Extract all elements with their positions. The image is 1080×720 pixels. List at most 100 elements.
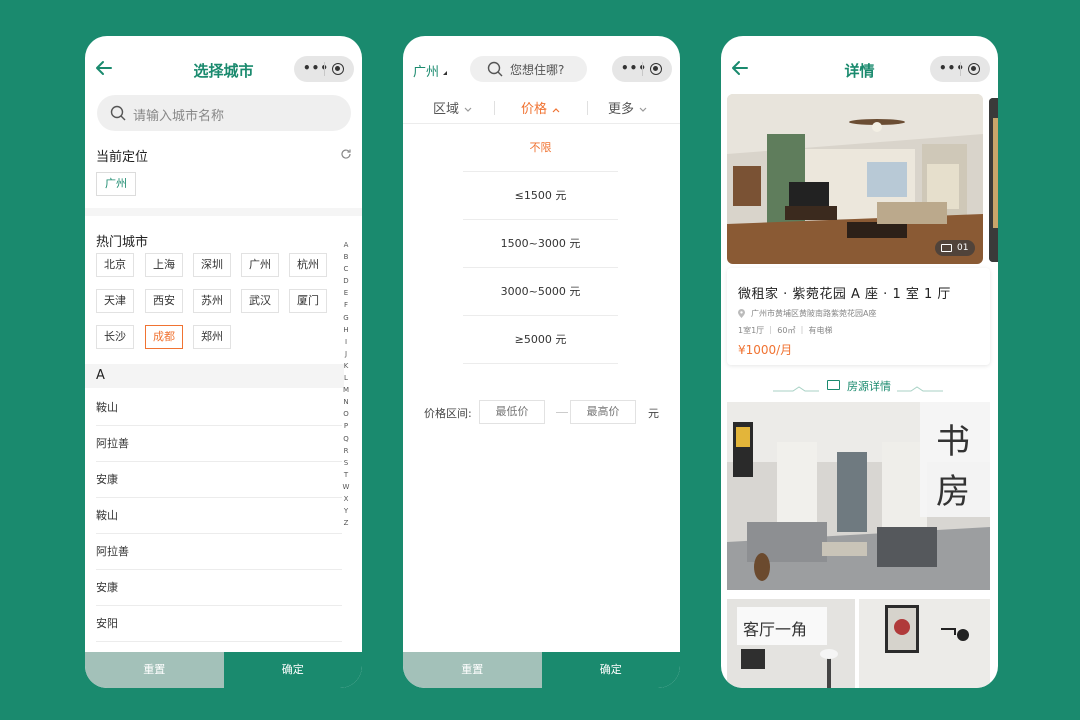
alphabet-letter[interactable]: A xyxy=(342,239,350,251)
alphabet-letter[interactable]: Z xyxy=(342,517,350,529)
alphabet-letter[interactable]: G xyxy=(342,312,350,324)
alphabet-letter[interactable]: F xyxy=(342,299,350,311)
current-location-label: 当前定位 xyxy=(96,150,149,165)
alphabet-letter[interactable]: R xyxy=(342,445,350,457)
alphabet-letter[interactable]: E xyxy=(342,287,350,299)
filter-screen: 广州 您想住哪? ••• 区域 价格 更多 不限 ≤1500 元 1500~3000… xyxy=(403,36,680,688)
hot-city-tag[interactable]: 苏州 xyxy=(193,289,231,313)
footer-buttons: 重置 确定 xyxy=(403,652,680,688)
living-corner-caption: 客厅一角 xyxy=(737,607,827,645)
city-list-item[interactable]: 鞍山 xyxy=(96,498,342,534)
alphabet-letter[interactable]: D xyxy=(342,275,350,287)
alphabet-letter[interactable]: N xyxy=(342,396,350,408)
city-list-item[interactable]: 安阳 xyxy=(96,606,342,642)
search-icon xyxy=(487,61,503,77)
alphabet-letter[interactable]: O xyxy=(342,408,350,420)
hot-city-tag[interactable]: 厦门 xyxy=(289,289,327,313)
current-city-tag[interactable]: 广州 xyxy=(96,172,136,196)
close-circle-icon[interactable] xyxy=(968,63,980,75)
hot-city-tag[interactable]: 上海 xyxy=(145,253,183,277)
alphabet-letter[interactable]: L xyxy=(342,372,350,384)
location-pin-icon xyxy=(738,309,745,318)
tab-more[interactable]: 更多 xyxy=(608,98,647,117)
alphabet-index[interactable]: ABCDEFGHIJKLMNOPQRSTWXYZ xyxy=(342,239,350,529)
alphabet-letter[interactable]: Q xyxy=(342,433,350,445)
search-input[interactable]: 您想住哪? xyxy=(470,56,587,82)
detail-screen: 详情 ••• 01 微租家 · 紫菀花园 A 座 · 1 室 1 厅 广州市黄埔… xyxy=(721,36,998,688)
footer-buttons: 重置 确定 xyxy=(85,652,362,688)
listing-info-card: 微租家 · 紫菀花园 A 座 · 1 室 1 厅 广州市黄埔区黄陂南路紫菀花园A… xyxy=(727,268,990,365)
decor-photo[interactable] xyxy=(859,599,990,688)
price-option[interactable]: 1500~3000 元 xyxy=(463,220,618,268)
hot-cities-label: 热门城市 xyxy=(96,235,149,250)
hot-city-tag[interactable]: 北京 xyxy=(96,253,134,277)
listing-title: 微租家 · 紫菀花园 A 座 · 1 室 1 厅 xyxy=(738,287,951,302)
study-room-photo[interactable]: 书 房 xyxy=(727,402,990,590)
next-photo-preview[interactable] xyxy=(989,98,998,262)
city-select-screen: 选择城市 ••• 请输入城市名称 当前定位 广州 热门城市 北京 上海 深圳 广州 杭州… xyxy=(85,36,362,688)
reset-button[interactable]: 重置 xyxy=(85,652,224,688)
price-option[interactable]: 不限 xyxy=(463,124,618,172)
photo-counter: 01 xyxy=(935,240,975,256)
city-list-item[interactable]: 安康 xyxy=(96,462,342,498)
mini-program-capsule: ••• xyxy=(930,56,990,82)
alphabet-letter[interactable]: P xyxy=(342,420,350,432)
city-list-item[interactable]: 鞍山 xyxy=(96,390,342,426)
filter-tabs: 区域 价格 更多 xyxy=(403,94,680,124)
hot-city-tag[interactable]: 武汉 xyxy=(241,289,279,313)
price-option[interactable]: ≥5000 元 xyxy=(463,316,618,364)
close-circle-icon[interactable] xyxy=(650,63,662,75)
price-option[interactable]: ≤1500 元 xyxy=(463,172,618,220)
alphabet-letter[interactable]: I xyxy=(342,336,350,348)
alphabet-letter[interactable]: H xyxy=(342,324,350,336)
living-corner-photo[interactable]: 客厅一角 xyxy=(727,599,855,688)
hot-city-tag[interactable]: 成都 xyxy=(145,325,183,349)
alphabet-letter[interactable]: X xyxy=(342,493,350,505)
alphabet-letter[interactable]: W xyxy=(342,481,350,493)
alphabet-letter[interactable]: K xyxy=(342,360,350,372)
search-placeholder: 请输入城市名称 xyxy=(133,109,225,124)
alphabet-letter[interactable]: J xyxy=(342,348,350,360)
confirm-button[interactable]: 确定 xyxy=(541,652,680,688)
min-price-input[interactable] xyxy=(479,400,545,424)
tab-price[interactable]: 价格 xyxy=(521,98,560,117)
hot-city-tag[interactable]: 深圳 xyxy=(193,253,231,277)
nav-bar: 详情 ••• xyxy=(721,36,998,98)
living-room-photo xyxy=(727,94,983,264)
mini-program-capsule: ••• xyxy=(294,56,354,82)
city-search-input[interactable]: 请输入城市名称 xyxy=(97,95,351,131)
alphabet-letter[interactable]: S xyxy=(342,457,350,469)
confirm-button[interactable]: 确定 xyxy=(223,652,362,688)
alphabet-letter[interactable]: Y xyxy=(342,505,350,517)
alphabet-letter[interactable]: B xyxy=(342,251,350,263)
listing-photo-carousel[interactable]: 01 xyxy=(727,94,983,264)
city-list-item[interactable]: 阿拉善 xyxy=(96,426,342,462)
listing-price: ¥1000/月 xyxy=(738,343,793,357)
city-list-item[interactable]: 安康 xyxy=(96,570,342,606)
hot-city-tag[interactable]: 长沙 xyxy=(96,325,134,349)
max-price-input[interactable] xyxy=(570,400,636,424)
tab-area[interactable]: 区域 xyxy=(433,98,472,117)
alphabet-letter[interactable]: C xyxy=(342,263,350,275)
more-dots-icon[interactable]: ••• xyxy=(621,61,647,75)
more-dots-icon[interactable]: ••• xyxy=(939,61,965,75)
hot-city-tag[interactable]: 广州 xyxy=(241,253,279,277)
reset-button[interactable]: 重置 xyxy=(403,652,542,688)
city-list-item[interactable]: 阿拉善 xyxy=(96,534,342,570)
alphabet-letter[interactable]: T xyxy=(342,469,350,481)
price-option[interactable]: 3000~5000 元 xyxy=(463,268,618,316)
hot-city-tag[interactable]: 杭州 xyxy=(289,253,327,277)
refresh-icon[interactable] xyxy=(340,148,352,160)
mini-program-capsule: ••• xyxy=(612,56,672,82)
more-dots-icon[interactable]: ••• xyxy=(303,61,329,75)
hot-city-tag[interactable]: 西安 xyxy=(145,289,183,313)
hot-city-tag[interactable]: 郑州 xyxy=(193,325,231,349)
letter-header: A xyxy=(85,364,344,388)
city-selector[interactable]: 广州 xyxy=(413,61,439,80)
hot-city-tag[interactable]: 天津 xyxy=(96,289,134,313)
nav-bar: 广州 您想住哪? ••• xyxy=(403,36,680,98)
listing-meta: 1室1厅 ｜ 60㎡ ｜ 有电梯 xyxy=(738,326,833,335)
close-circle-icon[interactable] xyxy=(332,63,344,75)
caret-icon xyxy=(443,71,447,75)
alphabet-letter[interactable]: M xyxy=(342,384,350,396)
